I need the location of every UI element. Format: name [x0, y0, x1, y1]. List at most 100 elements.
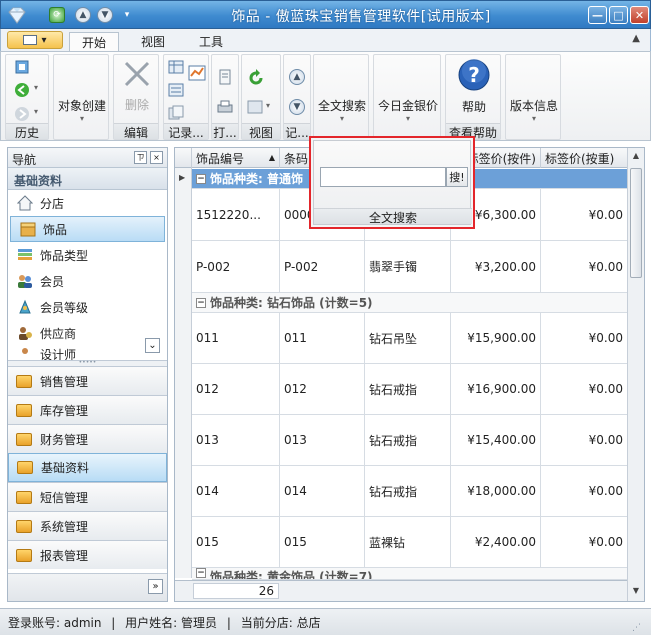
nav-section-title: 基础资料	[8, 168, 167, 190]
nav-group-report[interactable]: 报表管理	[8, 540, 167, 569]
nav-group-sms[interactable]: 短信管理	[8, 482, 167, 511]
history-icon[interactable]	[14, 59, 30, 75]
nav-item-jewelry[interactable]: 饰品	[10, 216, 165, 242]
next-record-icon[interactable]: ▼	[289, 99, 305, 115]
tab-tools[interactable]: 工具	[187, 32, 235, 51]
header-corner	[175, 148, 192, 168]
table-row[interactable]: 012 012 钻石戒指 ¥16,900.00 ¥0.00	[175, 364, 628, 415]
printer-icon[interactable]	[217, 99, 233, 115]
grid-icon[interactable]	[168, 59, 184, 75]
cell-wprice: ¥0.00	[541, 241, 628, 293]
ribbon: ▾ ▾ 历史 对象创建 ▾ 删除 编辑 记录... 打... ▾ 视图 ▲ ▼ …	[0, 51, 651, 141]
close-pane-icon[interactable]: ×	[150, 151, 163, 164]
table-row[interactable]: 014 014 钻石戒指 ¥18,000.00 ¥0.00	[175, 466, 628, 517]
forward-icon[interactable]	[14, 106, 30, 122]
document-icon[interactable]	[217, 69, 233, 85]
nav-item-jewelry-type[interactable]: 饰品类型	[8, 242, 167, 268]
copy-icon[interactable]	[168, 105, 184, 121]
nav-title: 导航	[12, 153, 37, 167]
back-green-icon[interactable]	[14, 82, 30, 98]
cell-id: 1512220...	[192, 189, 280, 241]
group-object-create: 对象创建 ▾	[53, 54, 109, 140]
customize-qat-icon[interactable]: ▾	[119, 7, 135, 23]
refresh-green-icon[interactable]	[247, 69, 265, 87]
cell-name: 钻石戒指	[365, 466, 451, 517]
version-info-button[interactable]: 版本信息 ▾	[508, 93, 560, 123]
scroll-thumb[interactable]	[630, 168, 642, 278]
table-row[interactable]: 015 015 蓝裸钻 ¥2,400.00 ¥0.00	[175, 517, 628, 568]
folder-icon	[16, 374, 32, 388]
collapse-icon[interactable]: −	[196, 297, 206, 308]
ribbon-collapse-icon[interactable]: ▲	[632, 33, 640, 44]
resize-grip-icon[interactable]: ⋰	[632, 623, 641, 633]
table-row[interactable]: P-002 P-002 翡翠手镯 ¥3,200.00 ¥0.00	[175, 241, 628, 293]
nav-group-finance[interactable]: 财务管理	[8, 424, 167, 453]
cell-wprice: ¥0.00	[541, 189, 628, 241]
nav-item-branch[interactable]: 分店	[8, 190, 167, 216]
vertical-scrollbar[interactable]: ▲ ▼	[627, 148, 644, 601]
group-record: 记录...	[163, 54, 209, 140]
tab-start[interactable]: 开始	[69, 32, 120, 51]
folder-icon	[16, 519, 32, 533]
list-icon[interactable]	[168, 82, 184, 98]
nav-scroll-down-icon[interactable]: ⌄	[145, 338, 160, 353]
nav-item-supplier[interactable]: 供应商	[8, 320, 167, 346]
collapse-icon[interactable]: −	[196, 568, 206, 578]
group-print: 打...	[211, 54, 239, 140]
box-icon	[19, 221, 37, 237]
fulltext-search-popup: 搜! 全文搜索	[309, 136, 475, 229]
tab-view[interactable]: 视图	[129, 32, 177, 51]
fulltext-search-button[interactable]: 全文搜索 ▾	[316, 93, 368, 123]
group-row-diamond[interactable]: − 饰品种类: 钻石饰品 (计数=5)	[192, 293, 628, 313]
close-button[interactable]: ✕	[630, 6, 649, 24]
nav-item-member-level[interactable]: 会员等级	[8, 294, 167, 320]
fulltext-search-go-button[interactable]: 搜!	[446, 167, 468, 187]
minimize-button[interactable]: —	[588, 6, 607, 24]
maximize-button[interactable]: □	[609, 6, 628, 24]
refresh-icon[interactable]: ⟳	[49, 7, 65, 23]
delete-button[interactable]: 删除	[118, 59, 156, 113]
object-create-button[interactable]: 对象创建 ▾	[56, 93, 108, 123]
nav-item-designer[interactable]: 设计师	[8, 346, 167, 360]
configure-buttons-icon[interactable]: »	[148, 579, 163, 594]
group-edit: 删除 编辑	[113, 54, 159, 140]
col-jewelry-id[interactable]: 饰品编号 ▲	[192, 148, 280, 168]
up-arrow-icon[interactable]: ▲	[75, 7, 91, 23]
status-separator: |	[226, 616, 231, 630]
prev-record-icon[interactable]: ▲	[289, 69, 305, 85]
nav-item-member[interactable]: 会员	[8, 268, 167, 294]
help-button[interactable]: ? 帮助	[454, 59, 494, 115]
cell-name: 钻石吊坠	[365, 313, 451, 364]
down-arrow-icon[interactable]: ▼	[97, 7, 113, 23]
fulltext-search-input[interactable]	[320, 167, 446, 187]
folder-icon	[17, 461, 33, 474]
nav-group-system[interactable]: 系统管理	[8, 511, 167, 540]
col-weight-price[interactable]: 标签价(按重)	[541, 148, 628, 168]
group-history: ▾ ▾ 历史	[5, 54, 49, 140]
nav-group-inventory[interactable]: 库存管理	[8, 395, 167, 424]
collapse-icon[interactable]: −	[196, 173, 206, 184]
cell-price: ¥16,900.00	[451, 364, 541, 415]
gold-price-button[interactable]: 今日金银价 ▾	[376, 93, 440, 123]
fulltext-search-label: 全文搜索	[314, 208, 472, 225]
app-menu-button[interactable]: ▾	[7, 31, 63, 49]
cell-id: 014	[192, 466, 280, 517]
app-gem-icon[interactable]	[7, 5, 27, 25]
scroll-down-icon[interactable]: ▼	[629, 586, 643, 600]
cell-price: ¥15,900.00	[451, 313, 541, 364]
pin-icon[interactable]: ㄗ	[134, 151, 147, 164]
table-row[interactable]: 013 013 钻石戒指 ¥15,400.00 ¥0.00	[175, 415, 628, 466]
layout-icon[interactable]	[247, 99, 263, 115]
group-row-gold[interactable]: − 饰品种类: 黄金饰品 (计数=7)	[192, 568, 628, 580]
nav-group-basic[interactable]: 基础资料	[8, 453, 167, 482]
nav-group-sales[interactable]: 销售管理	[8, 366, 167, 395]
scroll-up-icon[interactable]: ▲	[629, 151, 643, 165]
users-icon	[16, 273, 34, 289]
table-row[interactable]: 011 011 钻石吊坠 ¥15,900.00 ¥0.00	[175, 313, 628, 364]
chart-icon[interactable]	[188, 65, 206, 81]
title-bar: ⟳ ▲ ▼ ▾ 饰品 - 傲蓝珠宝销售管理软件[试用版本] — □ ✕	[0, 0, 651, 29]
group-fulltext: 全文搜索 ▾	[313, 54, 369, 140]
cell-price: ¥15,400.00	[451, 415, 541, 466]
cell-code: 014	[280, 466, 365, 517]
svg-text:?: ?	[468, 63, 480, 87]
